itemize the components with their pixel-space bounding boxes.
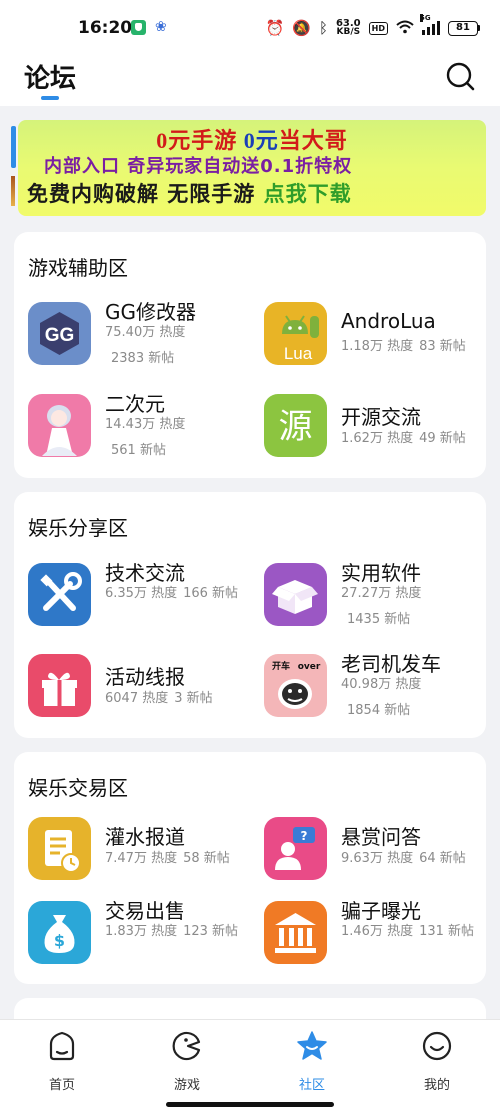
wifi-icon	[396, 20, 414, 37]
forum-stats: 1.62万 热度 49 新帖	[341, 431, 466, 446]
nav-community[interactable]: 社区	[272, 1030, 352, 1096]
nav-label: 首页	[48, 1078, 75, 1093]
banner-headline: 0元手游 0元当大哥	[156, 128, 348, 153]
forum-stats: 1.46万 热度 131 新帖	[341, 924, 475, 939]
community-star-icon	[297, 1031, 327, 1060]
androlua-icon: Lua	[264, 302, 327, 365]
status-time: 16:20	[78, 18, 133, 38]
tools-icon	[28, 563, 91, 626]
app-header: 论坛	[0, 56, 500, 106]
forum-stats: 40.98万 热度 1854 新帖	[341, 677, 422, 718]
bluetooth-icon: ᛒ	[318, 18, 328, 37]
svg-text:$: $	[54, 931, 65, 950]
forum-stats: 1.83万 热度 123 新帖	[105, 924, 239, 939]
forum-useful-software[interactable]: 实用软件 27.27万 热度 1435 新帖	[264, 561, 500, 645]
status-bar: 16:20 ❀ ⏰ 🔕 ᛒ 63.0 KB/S HD 5G 81	[0, 0, 500, 56]
carousel-prev-edge-2	[11, 176, 15, 206]
nav-label: 我的	[423, 1078, 450, 1093]
gg-icon: GG	[28, 302, 91, 365]
home-indicator[interactable]	[166, 1102, 334, 1107]
forum-event-tips[interactable]: 活动线报 6047 热度 3 新帖	[28, 654, 264, 736]
forum-anime[interactable]: 二次元 14.43万 热度 561 新帖	[28, 392, 264, 476]
paw-app-icon: ❀	[155, 19, 167, 35]
svg-text:开车: 开车	[272, 660, 290, 672]
game-icon	[172, 1031, 201, 1061]
svg-text:?: ?	[301, 829, 308, 843]
search-button[interactable]	[444, 60, 478, 94]
forum-veteran-drive[interactable]: 开车 over 老司机发车 40.98万 热度 1854 新帖	[264, 652, 500, 736]
courthouse-icon	[264, 901, 327, 964]
forum-stats: 6047 热度 3 新帖	[105, 691, 213, 706]
nav-label: 游戏	[173, 1078, 200, 1093]
svg-text:Lua: Lua	[284, 344, 313, 363]
forum-scammer-exposure[interactable]: 骗子曝光 1.46万 热度 131 新帖	[264, 899, 500, 983]
forum-stats: 1.18万 热度 83 新帖	[341, 339, 466, 354]
document-clock-icon	[28, 817, 91, 880]
banner-subline: 内部入口 奇异玩家自动送0.1折特权	[44, 156, 353, 177]
svg-text:GG: GG	[45, 325, 75, 346]
profile-icon	[422, 1031, 452, 1061]
carousel-prev-edge	[11, 126, 16, 168]
forum-stats: 9.63万 热度 64 新帖	[341, 851, 466, 866]
source-char-icon: 源	[264, 394, 327, 457]
forum-stats: 75.40万 热度 2383 新帖	[105, 325, 186, 366]
forum-open-source[interactable]: 源 开源交流 1.62万 热度 49 新帖	[264, 394, 500, 476]
forum-gg-modifier[interactable]: GG GG修改器 75.40万 热度 2383 新帖	[28, 300, 264, 384]
promo-banner[interactable]: 0元手游 0元当大哥 内部入口 奇异玩家自动送0.1折特权 免费内购破解 无限手…	[18, 120, 486, 216]
forum-stats: 27.27万 热度 1435 新帖	[341, 586, 422, 627]
forum-trade-sale[interactable]: $ 交易出售 1.83万 热度 123 新帖	[28, 899, 264, 983]
section-title: 娱乐交易区	[28, 776, 128, 800]
banner-cta-line: 免费内购破解 无限手游 点我下载	[27, 182, 352, 206]
title-underline	[41, 96, 59, 100]
question-person-icon: ?	[264, 817, 327, 880]
forum-reward-qa[interactable]: ? 悬赏问答 9.63万 热度 64 新帖	[264, 817, 500, 899]
shield-app-icon	[131, 20, 146, 35]
section-title: 游戏辅助区	[28, 256, 128, 280]
mute-icon: 🔕	[292, 18, 311, 37]
forum-name: AndroLua	[341, 309, 436, 333]
alarm-icon: ⏰	[265, 18, 285, 37]
battery-icon: 81	[448, 20, 480, 36]
svg-text:over: over	[298, 662, 321, 672]
nav-games[interactable]: 游戏	[147, 1030, 227, 1096]
forum-androlua[interactable]: Lua AndroLua 1.18万 热度 83 新帖	[264, 302, 500, 384]
forum-stats: 6.35万 热度 166 新帖	[105, 586, 239, 601]
nav-home[interactable]: 首页	[22, 1030, 102, 1096]
network-speed: 63.0 KB/S	[335, 18, 361, 37]
nav-label: 社区	[298, 1078, 325, 1093]
home-icon	[49, 1031, 75, 1061]
section-entertainment-trade: 娱乐交易区 灌水报道 7.47万 热度 58 新帖 ? 悬赏问答 9.63万 热度…	[14, 752, 486, 984]
gift-icon	[28, 654, 91, 717]
meme-face-icon: 开车 over	[264, 654, 327, 717]
section-game-assist: 游戏辅助区 GG GG修改器 75.40万 热度 2383 新帖 Lua Andr…	[14, 232, 486, 478]
box-icon	[264, 563, 327, 626]
nav-profile[interactable]: 我的	[397, 1030, 477, 1096]
forum-tech-exchange[interactable]: 技术交流 6.35万 热度 166 新帖	[28, 561, 264, 645]
battery-level: 81	[448, 20, 478, 36]
search-icon	[446, 62, 475, 91]
section-title: 娱乐分享区	[28, 516, 128, 540]
forum-stats: 14.43万 热度 561 新帖	[105, 417, 186, 458]
svg-text:源: 源	[279, 407, 313, 447]
money-bag-icon: $	[28, 901, 91, 964]
forum-chat-report[interactable]: 灌水报道 7.47万 热度 58 新帖	[28, 817, 264, 899]
status-icons: ⏰ 🔕 ᛒ 63.0 KB/S HD 5G 81	[265, 14, 480, 40]
signal-icon: 5G	[420, 14, 440, 35]
section-entertainment-share: 娱乐分享区 技术交流 6.35万 热度 166 新帖 实用软件 27.27万 热度…	[14, 492, 486, 738]
page-title: 论坛	[24, 64, 77, 94]
forum-stats: 7.47万 热度 58 新帖	[105, 851, 230, 866]
anime-girl-icon	[28, 394, 91, 457]
hd-badge: HD	[368, 21, 388, 35]
